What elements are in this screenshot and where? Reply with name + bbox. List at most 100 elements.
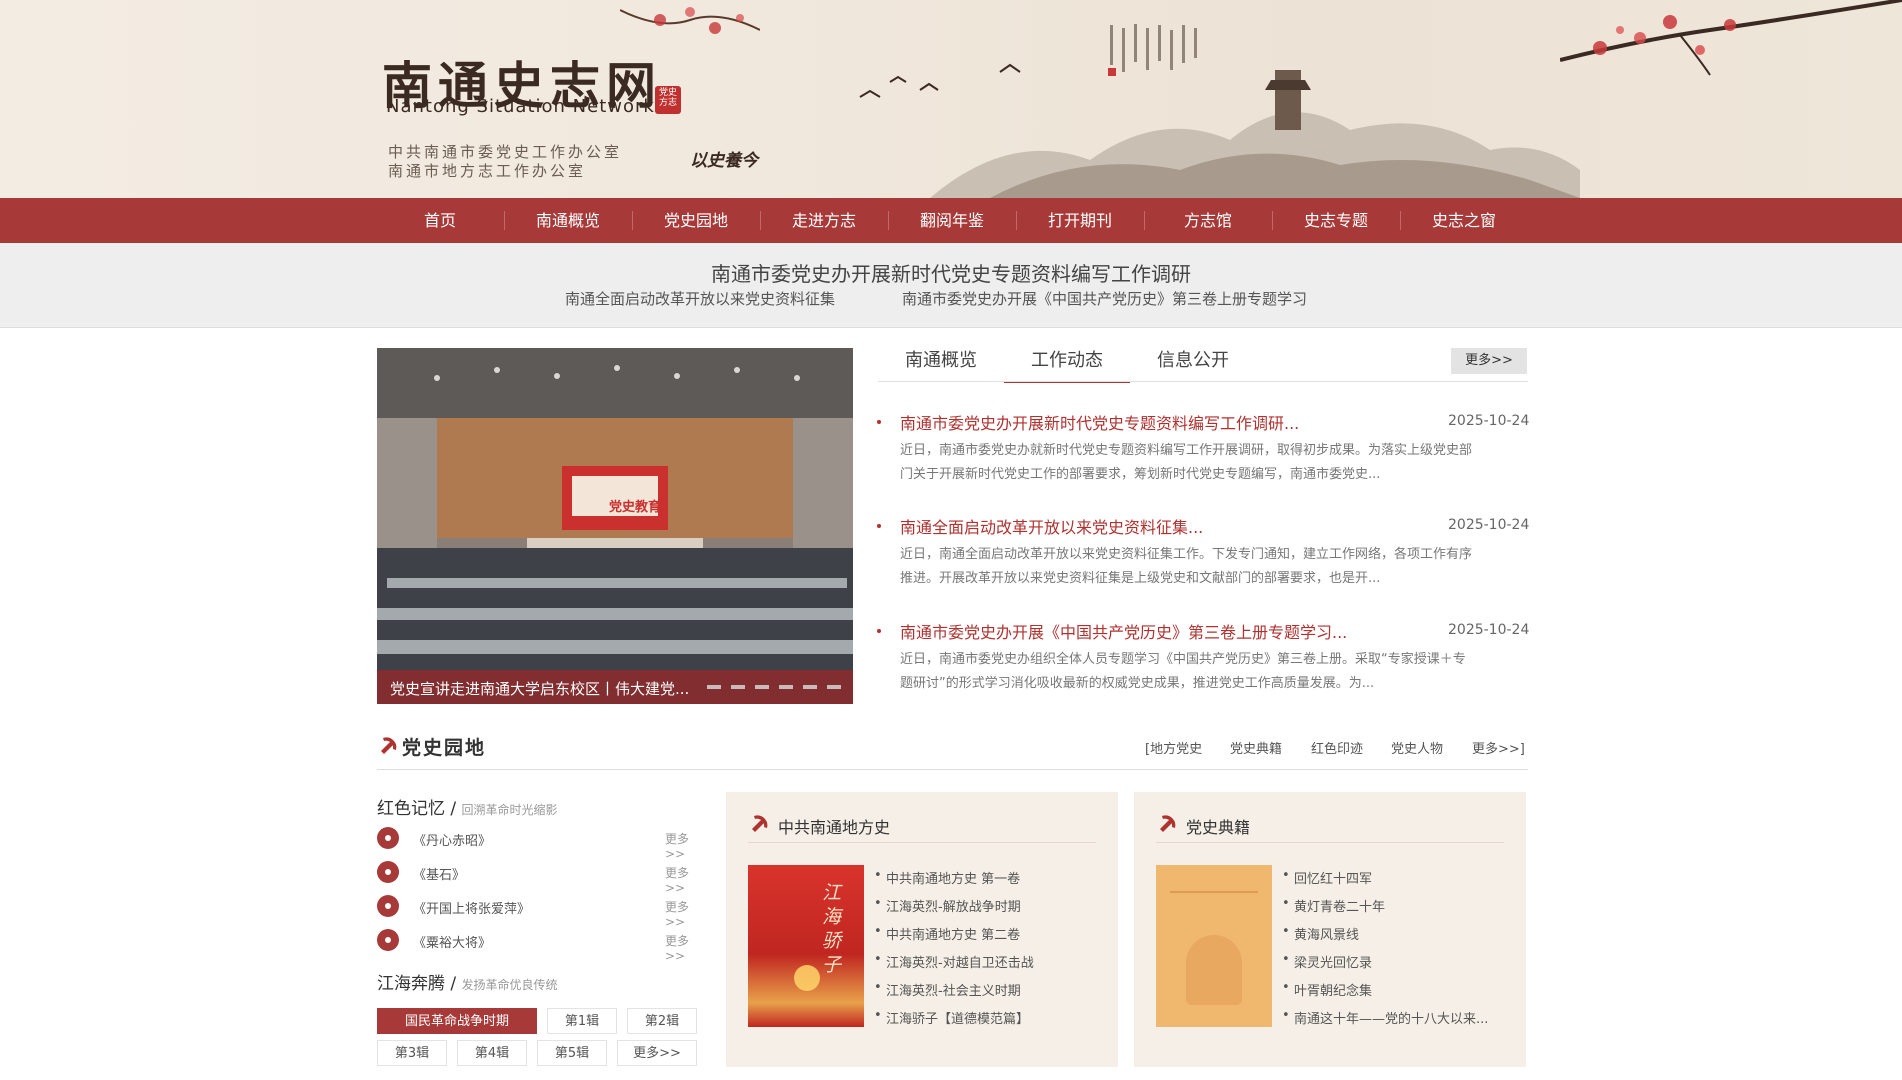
slide-dot[interactable] — [827, 685, 841, 689]
red-memory-subtitle: 回溯革命时光缩影 — [461, 803, 558, 817]
hammer-sickle-icon — [1160, 815, 1176, 832]
red-memory-title: 红色记忆 — [377, 799, 445, 819]
headline-main-link[interactable]: 南通市委党史办开展新时代党史专题资料编写工作调研 — [0, 258, 1902, 287]
list-item[interactable]: 中共南通地方史 第二卷 — [874, 924, 1020, 943]
film-more-link[interactable]: 更多>> — [665, 830, 707, 861]
news-date: 2025-10-24 — [1448, 622, 1530, 638]
nav-item-window[interactable]: 史志之窗 — [1400, 198, 1528, 243]
section-link-classics[interactable]: 党史典籍 — [1230, 738, 1282, 757]
film-more-link[interactable]: 更多>> — [665, 898, 707, 929]
book-cover-classic[interactable] — [1156, 865, 1272, 1027]
section-link-local-history[interactable]: [地方党史 — [1145, 738, 1202, 757]
slide-caption-bar: 党史宣讲走进南通大学启东校区丨伟大建党... — [377, 670, 853, 704]
headline-sub-link-right[interactable]: 南通市委党史办开展《中国共产党历史》第三卷上册专题学习 — [902, 288, 1307, 309]
site-logo-english: Nantong Situation Network — [386, 96, 655, 117]
tab-info-disclosure[interactable]: 信息公开 — [1130, 348, 1256, 381]
nav-item-party-history[interactable]: 党史园地 — [632, 198, 760, 243]
list-item[interactable]: 《丹心赤昭》 更多>> — [377, 824, 707, 861]
news-title[interactable]: 南通全面启动改革开放以来党史资料征集... — [900, 514, 1203, 538]
slide-dot[interactable] — [779, 685, 793, 689]
section-link-more[interactable]: 更多>>] — [1472, 738, 1525, 757]
photo-slideshow[interactable]: 党史教育 党史宣讲走进南通大学启东校区丨伟大建党... — [377, 348, 853, 704]
header-banner: 南通史志网 Nantong Situation Network 党史方志 中共南… — [0, 0, 1902, 198]
hammer-sickle-icon — [377, 734, 399, 756]
pill-more[interactable]: 更多>> — [617, 1040, 697, 1066]
film-more-link[interactable]: 更多>> — [665, 864, 707, 895]
tab-nantong-overview[interactable]: 南通概览 — [878, 348, 1004, 381]
jianghai-subtitle: 发扬革命优良传统 — [461, 978, 558, 992]
pill-volume-2[interactable]: 第2辑 — [627, 1008, 697, 1034]
office-name-1: 中共南通市委党史工作办公室 — [388, 143, 623, 161]
list-item[interactable]: 南通这十年——党的十八大以来... — [1282, 1008, 1488, 1027]
list-item[interactable]: 《开国上将张爱萍》 更多>> — [377, 892, 707, 929]
list-item[interactable]: 江海英烈-解放战争时期 — [874, 896, 1021, 915]
slide-dot[interactable] — [707, 685, 721, 689]
motto-calligraphy: 以史養今 — [690, 151, 758, 171]
section-link-figures[interactable]: 党史人物 — [1391, 738, 1443, 757]
list-item[interactable]: 江海英烈-对越自卫还击战 — [874, 952, 1034, 971]
hammer-sickle-icon — [752, 815, 768, 832]
news-desc: 近日，南通全面启动改革开放以来党史资料征集工作。下发专门通知，建立工作网络，各项… — [900, 547, 1473, 562]
news-title[interactable]: 南通市委党史办开展新时代党史专题资料编写工作调研... — [900, 410, 1299, 434]
list-item[interactable]: 《基石》 更多>> — [377, 858, 707, 895]
film-title[interactable]: 《粟裕大将》 — [413, 932, 491, 951]
nav-item-yearbook[interactable]: 翻阅年鉴 — [888, 198, 1016, 243]
panel-divider — [1156, 842, 1504, 843]
list-item[interactable]: 中共南通地方史 第一卷 — [874, 868, 1020, 887]
pagoda-mountain-painting — [930, 70, 1580, 198]
news-desc: 近日，南通市委党史办就新时代党史专题资料编写工作开展调研，取得初步成果。为落实上… — [900, 443, 1473, 458]
list-item[interactable]: 黄海风景线 — [1282, 924, 1359, 943]
panel-divider — [748, 842, 1096, 843]
list-item[interactable]: 回忆红十四军 — [1282, 868, 1372, 887]
pill-volume-4[interactable]: 第4辑 — [457, 1040, 527, 1066]
list-item[interactable]: 江海骄子【道德模范篇】 — [874, 1008, 1029, 1027]
section-title-party-history: 党史园地 — [402, 737, 487, 759]
slide-dot[interactable] — [731, 685, 745, 689]
section-divider — [377, 769, 1528, 770]
pill-volume-5[interactable]: 第5辑 — [537, 1040, 607, 1066]
slide-caption[interactable]: 党史宣讲走进南通大学启东校区丨伟大建党... — [390, 678, 689, 699]
news-desc: 题研讨”的形式学习消化吸收最新的权威党史成果，推进党史工作高质量发展。为... — [900, 676, 1375, 691]
sun-graphic — [794, 965, 820, 991]
headline-sub-link-left[interactable]: 南通全面启动改革开放以来党史资料征集 — [565, 288, 835, 309]
list-item[interactable]: 叶胥朝纪念集 — [1282, 980, 1372, 999]
panel-party-classics: 党史典籍 回忆红十四军 黄灯青卷二十年 黄海风景线 梁灵光回忆录 叶胥朝纪念集 … — [1134, 792, 1526, 1067]
news-more-button[interactable]: 更多>> — [1451, 348, 1527, 374]
main-nav: 首页 南通概览 党史园地 走进方志 翻阅年鉴 打开期刊 方志馆 史志专题 史志之… — [0, 198, 1902, 243]
nav-item-home[interactable]: 首页 — [376, 198, 504, 243]
nav-item-topics[interactable]: 史志专题 — [1272, 198, 1400, 243]
nav-item-chronicle-museum[interactable]: 方志馆 — [1144, 198, 1272, 243]
slide-dot[interactable] — [803, 685, 817, 689]
pill-volume-3[interactable]: 第3辑 — [377, 1040, 447, 1066]
section-link-red-traces[interactable]: 红色印迹 — [1311, 738, 1363, 757]
film-more-link[interactable]: 更多>> — [665, 932, 707, 963]
nav-item-periodicals[interactable]: 打开期刊 — [1016, 198, 1144, 243]
bullet-icon — [877, 524, 881, 528]
cover-figure — [1186, 935, 1242, 1005]
list-item[interactable]: 江海英烈-社会主义时期 — [874, 980, 1021, 999]
film-title[interactable]: 《基石》 — [413, 864, 465, 883]
nav-item-nantong-overview[interactable]: 南通概览 — [504, 198, 632, 243]
pill-volume-1[interactable]: 第1辑 — [547, 1008, 617, 1034]
plum-branch-decoration — [1560, 0, 1902, 76]
film-title[interactable]: 《丹心赤昭》 — [413, 830, 491, 849]
heading-separator: / — [450, 799, 457, 819]
book-cover-jianghai[interactable]: 江海骄子 — [748, 865, 864, 1027]
heading-separator: / — [450, 974, 457, 994]
tab-work-updates[interactable]: 工作动态 — [1004, 348, 1130, 383]
bullet-icon — [877, 420, 881, 424]
stage-screen-text: 党史教育 — [609, 500, 662, 515]
slide-dot[interactable] — [755, 685, 769, 689]
news-desc: 推进。开展改革开放以来党史资料征集是上级党史和文献部门的部署要求，也是开... — [900, 571, 1381, 586]
list-item[interactable]: 黄灯青卷二十年 — [1282, 896, 1385, 915]
book-cover-title: 江海骄子 — [822, 882, 842, 976]
panel-local-history: 中共南通地方史 江海骄子 中共南通地方史 第一卷 江海英烈-解放战争时期 中共南… — [726, 792, 1118, 1067]
film-title[interactable]: 《开国上将张爱萍》 — [413, 898, 530, 917]
news-title[interactable]: 南通市委党史办开展《中国共产党历史》第三卷上册专题学习... — [900, 619, 1347, 643]
film-reel-icon — [377, 929, 399, 951]
red-memory-heading: 红色记忆 / 回溯革命时光缩影 — [377, 794, 558, 819]
nav-item-local-chronicles[interactable]: 走进方志 — [760, 198, 888, 243]
list-item[interactable]: 梁灵光回忆录 — [1282, 952, 1372, 971]
list-item[interactable]: 《粟裕大将》 更多>> — [377, 926, 707, 963]
pill-revolution-period[interactable]: 国民革命战争时期 — [377, 1008, 537, 1034]
